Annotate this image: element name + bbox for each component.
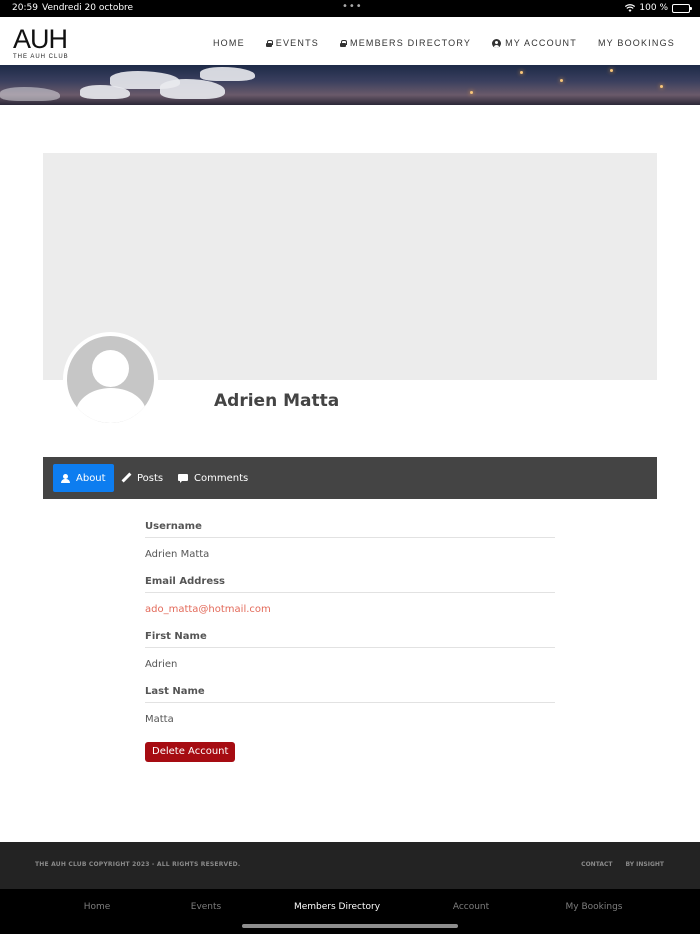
app-tab-account[interactable]: Account (453, 902, 489, 912)
comment-icon (178, 473, 188, 483)
nav-my-bookings[interactable]: MY BOOKINGS (598, 38, 675, 48)
tab-about[interactable]: About (53, 464, 114, 492)
nav-my-account-label: MY ACCOUNT (505, 38, 577, 48)
field-label-email: Email Address (145, 575, 555, 593)
person-icon (61, 473, 70, 483)
profile-name: Adrien Matta (214, 391, 340, 411)
nav-events[interactable]: EVENTS (265, 38, 319, 48)
header-banner-image (0, 65, 700, 105)
home-indicator[interactable] (242, 924, 458, 928)
avatar[interactable] (63, 332, 158, 427)
profile-tabs: About Posts Comments (43, 457, 657, 499)
lock-icon (265, 39, 273, 47)
app-tab-events[interactable]: Events (191, 902, 221, 912)
tab-comments[interactable]: Comments (170, 464, 256, 492)
nav-home[interactable]: HOME (213, 38, 245, 48)
tab-posts-label: Posts (137, 472, 164, 484)
nav-home-label: HOME (212, 38, 245, 48)
wifi-icon (625, 4, 636, 12)
email-link[interactable]: ado_matta@hotmail.com (145, 593, 555, 630)
footer-copyright: THE AUH CLUB COPYRIGHT 2023 - ALL RIGHTS… (35, 861, 241, 868)
field-label-username: Username (145, 520, 555, 538)
tab-posts[interactable]: Posts (113, 464, 171, 492)
field-value-username: Adrien Matta (145, 549, 210, 560)
site-logo[interactable]: AUH THE AUH CLUB (13, 26, 73, 62)
battery-percent: 100 % (639, 3, 668, 13)
app-tab-home[interactable]: Home (84, 902, 111, 912)
delete-account-button[interactable]: Delete Account (145, 742, 236, 762)
site-footer: THE AUH CLUB COPYRIGHT 2023 - ALL RIGHTS… (0, 842, 700, 889)
user-circle-icon (492, 38, 502, 48)
app-tab-my-bookings[interactable]: My Bookings (566, 902, 623, 912)
footer-link-by-insight[interactable]: BY INSIGHT (625, 861, 664, 868)
nav-members-directory-label: MEMBERS DIRECTORY (350, 38, 472, 48)
main-nav: HOME EVENTS MEMBERS DIRECTORY MY ACCOUNT… (213, 38, 675, 48)
multitask-dots-icon[interactable]: ••• (342, 1, 363, 12)
nav-my-bookings-label: MY BOOKINGS (597, 38, 675, 48)
lock-icon (340, 39, 347, 47)
logo-subtitle: THE AUH CLUB (13, 54, 69, 60)
status-date: Vendredi 20 octobre (42, 3, 134, 13)
about-fields: Username Adrien Matta Email Address ado_… (145, 520, 555, 740)
battery-icon (672, 3, 692, 13)
field-value-first-name: Adrien (145, 659, 178, 670)
status-bar: 20:59 Vendredi 20 octobre ••• 100 % (0, 0, 700, 17)
field-label-first-name: First Name (145, 630, 555, 648)
pencil-icon (121, 473, 131, 483)
app-tab-members-directory[interactable]: Members Directory (294, 902, 380, 912)
tab-about-label: About (76, 472, 106, 484)
site-header: AUH THE AUH CLUB HOME EVENTS MEMBERS DIR… (0, 17, 700, 65)
tab-comments-label: Comments (194, 472, 249, 484)
logo-mark: AUH (13, 24, 68, 54)
nav-my-account[interactable]: MY ACCOUNT (492, 38, 577, 48)
footer-link-contact[interactable]: CONTACT (581, 861, 612, 868)
status-time: 20:59 (12, 3, 38, 13)
field-label-last-name: Last Name (145, 685, 555, 703)
nav-members-directory[interactable]: MEMBERS DIRECTORY (340, 38, 471, 48)
nav-events-label: EVENTS (275, 38, 319, 48)
field-value-last-name: Matta (145, 714, 174, 725)
